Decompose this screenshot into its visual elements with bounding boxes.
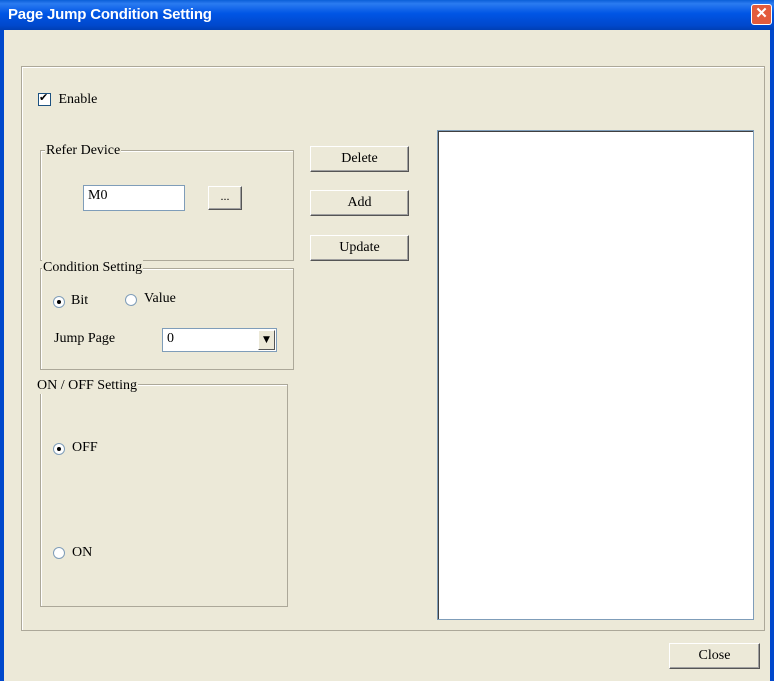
browse-button[interactable]: ... [208, 186, 242, 210]
off-radio[interactable] [53, 443, 65, 455]
update-button[interactable]: Update [310, 235, 409, 261]
add-button[interactable]: Add [310, 190, 409, 216]
jump-page-value: 0 [167, 331, 174, 346]
enable-label: Enable [58, 92, 98, 107]
window-title: Page Jump Condition Setting [8, 6, 212, 23]
on-radio[interactable] [53, 547, 65, 559]
chevron-down-icon[interactable]: ▼ [258, 330, 275, 350]
title-bar: Page Jump Condition Setting ✕ [0, 0, 774, 30]
value-radio[interactable] [125, 294, 137, 306]
value-label: Value [144, 291, 176, 306]
on-label: ON [72, 545, 93, 560]
condition-setting-group [40, 268, 294, 370]
enable-checkbox[interactable]: Enable [38, 91, 98, 108]
jump-page-select[interactable]: 0 ▼ [162, 328, 277, 352]
checkbox-box[interactable] [38, 91, 51, 107]
off-label: OFF [72, 440, 98, 455]
onoff-setting-legend: ON / OFF Setting [36, 378, 138, 394]
window-frame-right [770, 30, 774, 681]
onoff-setting-group [40, 384, 288, 607]
refer-device-input[interactable]: M0 [83, 185, 185, 211]
bit-radio[interactable] [53, 296, 65, 308]
condition-setting-legend: Condition Setting [42, 260, 144, 276]
close-button[interactable]: Close [669, 643, 760, 669]
delete-button[interactable]: Delete [310, 146, 409, 172]
condition-list[interactable] [437, 130, 754, 620]
jump-page-label: Jump Page [54, 331, 116, 346]
close-icon[interactable]: ✕ [751, 4, 772, 25]
window-frame-left [0, 30, 4, 681]
bit-label: Bit [71, 293, 89, 308]
refer-device-legend: Refer Device [45, 143, 122, 159]
